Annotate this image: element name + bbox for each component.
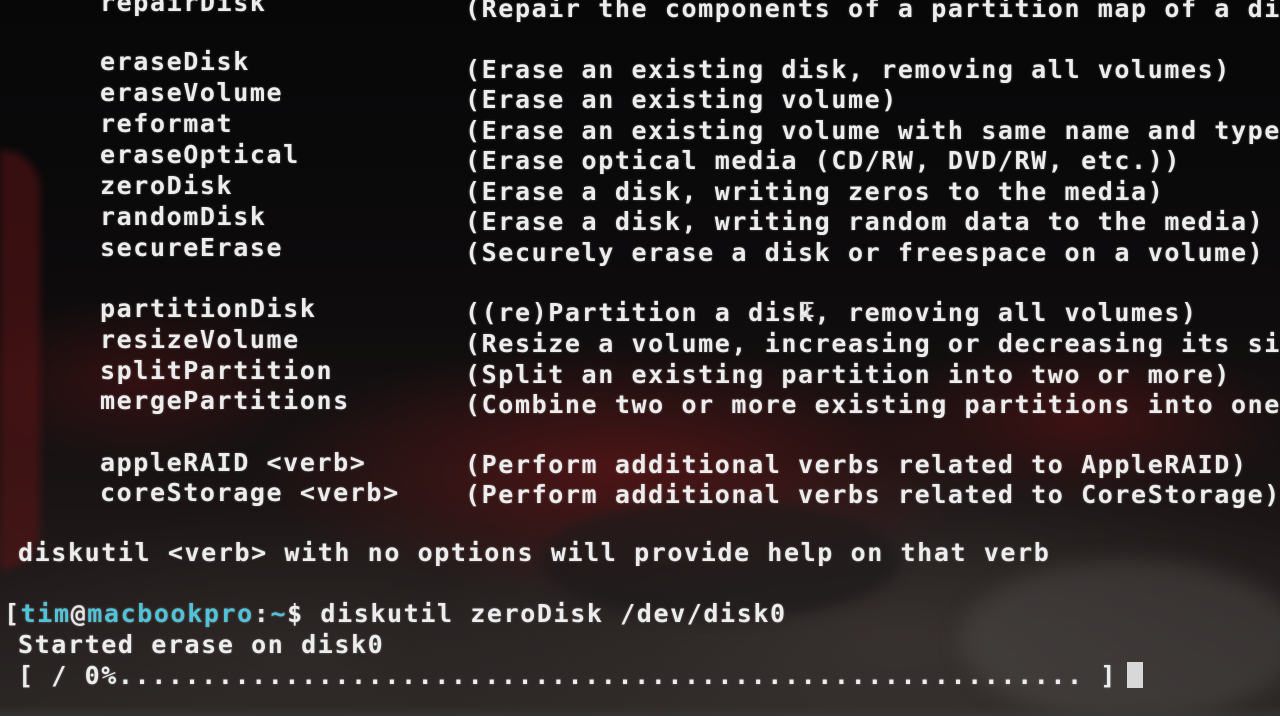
prompt-path: ~: [270, 599, 288, 628]
prompt-symbol: $: [287, 599, 321, 628]
terminal-window[interactable]: repairDisk (Repair the components of a p…: [0, 0, 1280, 716]
prompt-bracket: [: [4, 599, 21, 628]
command-description: (Securely erase a disk or freespace on a…: [465, 238, 1265, 267]
prompt-host: macbookpro: [87, 599, 254, 628]
command-description: (Split an existing partition into two or…: [465, 360, 1231, 389]
command-description: (Resize a volume, increasing or decreasi…: [465, 329, 1280, 358]
command-name: appleRAID <verb>: [100, 448, 367, 477]
command-name: repairDisk: [100, 0, 267, 17]
command-name: coreStorage <verb>: [100, 478, 400, 507]
text-cursor: [1126, 662, 1143, 688]
command-description: (Erase a disk, writing random data to th…: [465, 207, 1265, 236]
command-name: splitPartition: [100, 356, 334, 385]
screen-bezel: [0, 706, 1280, 716]
command-description: (Erase an existing disk, removing all vo…: [465, 55, 1231, 84]
command-name: reformat: [100, 109, 234, 138]
command-description: (Erase optical media (CD/RW, DVD/RW, etc…: [465, 146, 1182, 175]
prompt-at: @: [70, 599, 88, 628]
prompt-line: [tim@macbookpro:~$ diskutil zeroDisk /de…: [4, 599, 787, 629]
command-description: ((re)Partition a disk, removing all volu…: [465, 298, 1198, 327]
command-name: mergePartitions: [100, 386, 350, 415]
command-name: randomDisk: [100, 202, 267, 231]
command-description: (Perform additional verbs related to App…: [465, 450, 1248, 479]
command-description: (Erase an existing volume with same name…: [465, 116, 1280, 145]
command-name: eraseOptical: [100, 140, 300, 169]
command-name: partitionDisk: [100, 294, 317, 323]
command-name: eraseVolume: [100, 78, 284, 107]
command-name: secureErase: [100, 233, 284, 262]
command-output: Started erase on disk0: [18, 630, 385, 659]
prompt-separator: :: [253, 599, 271, 628]
command-description: (Erase a disk, writing zeros to the medi…: [465, 177, 1165, 206]
entered-command: diskutil zeroDisk /dev/disk0: [320, 599, 787, 628]
prompt-user: tim: [20, 599, 71, 628]
command-name: zeroDisk: [100, 171, 234, 200]
progress-line: [ / 0%..................................…: [18, 661, 1143, 691]
command-name: eraseDisk: [100, 47, 250, 76]
command-description: (Perform additional verbs related to Cor…: [465, 480, 1280, 509]
ibeam-pointer-icon: ⌶: [800, 295, 817, 323]
desktop-background: repairDisk (Repair the components of a p…: [0, 0, 1280, 716]
progress-bar-text: [ / 0%..................................…: [18, 661, 1117, 690]
help-hint-text: diskutil <verb> with no options will pro…: [18, 538, 1051, 567]
command-description: (Combine two or more existing partitions…: [465, 390, 1280, 419]
command-name: resizeVolume: [100, 325, 300, 354]
command-description: (Erase an existing volume): [465, 85, 898, 114]
command-description: (Repair the components of a partition ma…: [465, 0, 1280, 23]
